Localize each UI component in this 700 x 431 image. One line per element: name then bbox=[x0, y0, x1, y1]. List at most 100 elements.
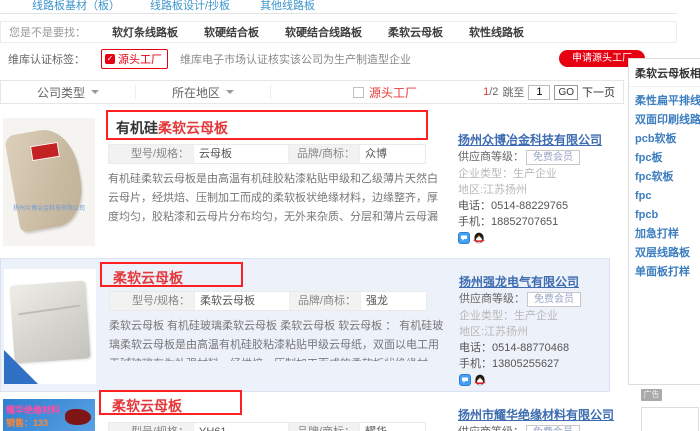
mica-sheet-graphic bbox=[4, 125, 88, 233]
company-type-label: 企业类型： bbox=[459, 310, 514, 322]
suggest-link-0[interactable]: 软灯条线路板 bbox=[112, 24, 178, 40]
brand-value: 耀华 bbox=[359, 423, 425, 431]
company-type-value: 生产企业 bbox=[513, 168, 557, 180]
listing-description-1: 有机硅柔软云母板是由高温有机硅胶粘漆粘贴甲级和乙级薄片天然白云母片，经烘焙、压制… bbox=[108, 170, 448, 227]
mobile-label: 手机： bbox=[459, 358, 492, 370]
suggestion-label: 您是不是要找： bbox=[9, 24, 86, 40]
company-name-link[interactable]: 扬州市耀华绝缘材料有限公司 bbox=[458, 409, 620, 422]
region-label: 所在地区 bbox=[172, 84, 220, 101]
title-keyword: 柔软云母板 bbox=[113, 270, 183, 286]
brand-value: 强龙 bbox=[360, 292, 426, 310]
chevron-down-icon bbox=[226, 90, 234, 94]
go-button[interactable]: GO bbox=[554, 85, 578, 100]
page: 线路板基材（板） 线路板设计/抄板 其他线路板 您是不是要找： 软灯条线路板 软… bbox=[0, 0, 700, 431]
supplier-level-label: 供应商等级： bbox=[458, 426, 524, 431]
sidebar-link-8[interactable]: 双层线路板 bbox=[635, 244, 700, 263]
sidebar-link-4[interactable]: fpc软板 bbox=[635, 168, 700, 187]
top-nav-link-pcb-design[interactable]: 线路板设计/抄板 bbox=[150, 0, 230, 13]
product-image-2[interactable] bbox=[4, 269, 96, 384]
member-level-badge: 免费会员 bbox=[526, 425, 580, 431]
cert-description: 维库电子市场认证核实该公司为生产制造型企业 bbox=[180, 51, 411, 67]
listing-card-1: 扬州众博冶金科技有限公司 有机硅柔软云母板 型号/规格： 云母板 品牌/商标： … bbox=[0, 108, 610, 258]
brand-label: 品牌/商标： bbox=[290, 292, 360, 310]
source-factory-checkbox[interactable] bbox=[353, 87, 364, 98]
brand-label: 品牌/商标： bbox=[289, 423, 359, 431]
sidebar-link-0[interactable]: 柔性扁平排线 bbox=[635, 92, 700, 111]
top-nav-link-pcb-base[interactable]: 线路板基材（板） bbox=[32, 0, 120, 13]
sidebar-link-6[interactable]: fpcb bbox=[635, 206, 700, 225]
top-category-nav: 线路板基材（板） 线路板设计/抄板 其他线路板 bbox=[0, 0, 677, 14]
product-image-3[interactable]: 耀华绝缘材料 销售：133 bbox=[3, 399, 95, 431]
company-type-label: 企业类型： bbox=[458, 168, 513, 180]
listing-title-2[interactable]: 柔软云母板 bbox=[113, 268, 183, 288]
member-level-badge: 免费会员 bbox=[526, 150, 580, 165]
company-type-value: 生产企业 bbox=[514, 310, 558, 322]
company-name-link[interactable]: 扬州众博冶金科技有限公司 bbox=[458, 134, 620, 147]
listing-title-3[interactable]: 柔软云母板 bbox=[112, 396, 182, 416]
brand-value: 众博 bbox=[359, 145, 425, 163]
title-keyword: 柔软云母板 bbox=[158, 120, 228, 136]
supplier-level-label: 供应商等级： bbox=[459, 293, 525, 305]
image-ad-phone: 销售：133 bbox=[6, 416, 48, 429]
listing-card-3: 耀华绝缘材料 销售：133 柔软云母板 型号/规格： YH61 品牌/商标： 耀… bbox=[0, 396, 610, 431]
company-region: 地区:江苏扬州 bbox=[459, 326, 621, 339]
suggest-link-1[interactable]: 软硬结合板 bbox=[204, 24, 259, 40]
spec-value: YH61 bbox=[193, 423, 289, 431]
supplier-level-label: 供应商等级： bbox=[458, 151, 524, 163]
source-factory-badge: ✓ 源头工厂 bbox=[101, 49, 168, 69]
image-watermark: 扬州众博冶金科技有限公司 bbox=[5, 203, 93, 212]
spec-label: 型号/规格： bbox=[110, 292, 194, 310]
region-dropdown[interactable]: 所在地区 bbox=[136, 85, 271, 99]
suggest-link-4[interactable]: 软性线路板 bbox=[469, 24, 524, 40]
product-photo-graphic bbox=[65, 409, 91, 425]
sidebar-link-1[interactable]: 双面印刷线路板 bbox=[635, 111, 700, 130]
chevron-down-icon bbox=[91, 90, 99, 94]
suggest-link-2[interactable]: 软硬结合线路板 bbox=[285, 24, 362, 40]
sidebar-link-9[interactable]: 单面板打样 bbox=[635, 263, 700, 282]
source-factory-filter-label: 源头工厂 bbox=[369, 84, 417, 101]
source-factory-badge-text: 源头工厂 bbox=[118, 51, 162, 67]
sidebar-link-3[interactable]: fpc板 bbox=[635, 149, 700, 168]
spec-table-2: 型号/规格： 柔软云母板 品牌/商标： 强龙 bbox=[109, 291, 427, 311]
sidebar-link-7[interactable]: 加急打样 bbox=[635, 225, 700, 244]
spec-value: 柔软云母板 bbox=[194, 292, 290, 310]
sidebar-title: 柔软云母板相关产品 bbox=[629, 59, 700, 87]
qq-penguin-icon[interactable] bbox=[473, 232, 485, 248]
company-name-link[interactable]: 扬州强龙电气有限公司 bbox=[459, 276, 621, 289]
jump-label: 跳至 bbox=[502, 84, 524, 100]
ad-label-badge: 广告 bbox=[641, 389, 662, 401]
source-factory-filter[interactable]: 源头工厂 bbox=[353, 84, 417, 101]
mobile-number: 13805255627 bbox=[492, 358, 559, 370]
sidebar-link-5[interactable]: fpc bbox=[635, 187, 700, 206]
spec-table-3: 型号/规格： YH61 品牌/商标： 耀华 bbox=[108, 422, 426, 431]
spec-label: 型号/规格： bbox=[109, 145, 193, 163]
spec-value: 云母板 bbox=[193, 145, 289, 163]
product-image-1[interactable]: 扬州众博冶金科技有限公司 bbox=[3, 118, 95, 246]
qq-chat-icon[interactable] bbox=[459, 374, 471, 390]
next-page-link[interactable]: 下一页 bbox=[582, 84, 615, 100]
sidebar-link-2[interactable]: pcb软板 bbox=[635, 130, 700, 149]
listing-title-1[interactable]: 有机硅柔软云母板 bbox=[116, 118, 228, 138]
phone-number: 0514-88229765 bbox=[491, 200, 568, 212]
company-info-2: 扬州强龙电气有限公司 供应商等级：免费会员 企业类型：生产企业 地区:江苏扬州 … bbox=[459, 276, 621, 390]
total-pages: /2 bbox=[489, 86, 498, 98]
suggest-link-3[interactable]: 柔软云母板 bbox=[388, 24, 443, 40]
qq-penguin-icon[interactable] bbox=[474, 374, 486, 390]
pagination: 1/2 跳至 GO 下一页 bbox=[483, 84, 615, 100]
company-info-3: 扬州市耀华绝缘材料有限公司 供应商等级：免费会员 bbox=[458, 409, 620, 431]
title-keyword: 柔软云母板 bbox=[112, 398, 182, 414]
company-type-label: 公司类型 bbox=[37, 84, 85, 101]
page-jump-input[interactable] bbox=[528, 85, 550, 100]
company-type-dropdown[interactable]: 公司类型 bbox=[1, 85, 136, 99]
cert-label: 维库认证标签： bbox=[8, 51, 85, 67]
brand-label: 品牌/商标： bbox=[289, 145, 359, 163]
company-region: 地区:江苏扬州 bbox=[458, 184, 620, 197]
sidebar-ad-box bbox=[641, 407, 699, 431]
mobile-number: 18852707651 bbox=[491, 216, 558, 228]
phone-label: 电话： bbox=[458, 200, 491, 212]
company-info-1: 扬州众博冶金科技有限公司 供应商等级：免费会员 企业类型：生产企业 地区:江苏扬… bbox=[458, 134, 620, 248]
spec-table-1: 型号/规格： 云母板 品牌/商标： 众博 bbox=[108, 144, 426, 164]
top-nav-link-pcb-other[interactable]: 其他线路板 bbox=[260, 0, 315, 13]
qq-chat-icon[interactable] bbox=[458, 232, 470, 248]
check-icon: ✓ bbox=[105, 54, 115, 64]
